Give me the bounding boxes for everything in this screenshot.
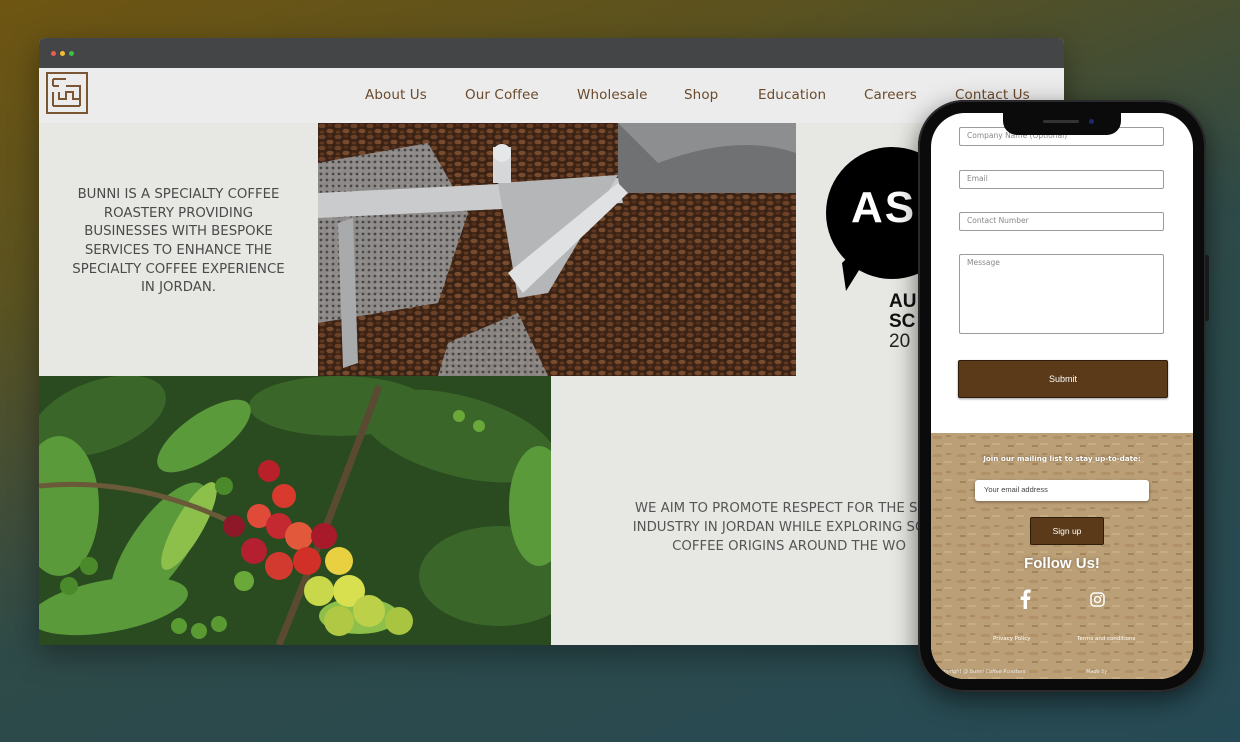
submit-button[interactable]: Submit: [958, 360, 1168, 398]
intro-text: BUNNI IS A SPECIALTY COFFEE ROASTERY PRO…: [72, 187, 285, 296]
coffee-cherries-image: [39, 376, 551, 645]
message-field[interactable]: Message: [959, 254, 1164, 334]
contact-number-field[interactable]: Contact Number: [959, 212, 1164, 231]
nav-wholesale[interactable]: Wholesale: [577, 87, 647, 103]
follow-us-heading: Follow Us!: [1024, 555, 1100, 572]
maximize-window-dot[interactable]: [69, 51, 74, 56]
facebook-icon[interactable]: [1018, 589, 1032, 609]
browser-titlebar: [39, 38, 1064, 68]
browser-window: About Us Our Coffee Wholesale Shop Educa…: [39, 38, 1064, 645]
terms-link[interactable]: Terms and conditions: [1077, 636, 1135, 642]
intro-panel: BUNNI IS A SPECIALTY COFFEE ROASTERY PRO…: [39, 123, 318, 376]
nav-about-us[interactable]: About Us: [365, 87, 427, 103]
phone-camera: [1089, 119, 1094, 124]
mobile-phone-mockup: Company Name (Optional) Email Contact Nu…: [918, 100, 1209, 692]
site-navigation: About Us Our Coffee Wholesale Shop Educa…: [39, 68, 1064, 123]
nav-careers[interactable]: Careers: [864, 87, 917, 103]
award-line-1: AU: [889, 291, 917, 312]
mobile-screen: Company Name (Optional) Email Contact Nu…: [931, 113, 1193, 679]
nav-shop[interactable]: Shop: [684, 87, 718, 103]
privacy-policy-link[interactable]: Privacy Policy: [993, 636, 1030, 642]
made-by-text: Made by: [1086, 669, 1108, 675]
instagram-icon[interactable]: [1090, 592, 1105, 607]
sign-up-button[interactable]: Sign up: [1030, 517, 1104, 545]
award-line-3: 20: [889, 331, 911, 352]
phone-speaker: [1043, 120, 1079, 123]
award-line-2: SC: [889, 311, 916, 332]
award-logo-text: AS: [851, 183, 917, 232]
phone-notch: [1003, 113, 1121, 135]
email-field[interactable]: Email: [959, 170, 1164, 189]
nav-our-coffee[interactable]: Our Coffee: [465, 87, 539, 103]
copyright-text: Copyright @ Bunni Coffee Roasters: [937, 669, 1026, 675]
mailing-list-label: Join our mailing list to stay up-to-date…: [983, 454, 1141, 463]
close-window-dot[interactable]: [51, 51, 56, 56]
nav-education[interactable]: Education: [758, 87, 826, 103]
bunni-logo-icon[interactable]: [46, 72, 88, 114]
coffee-roaster-image: [318, 123, 796, 376]
newsletter-email-input[interactable]: Your email address: [975, 480, 1149, 501]
phone-side-button: [1205, 255, 1209, 321]
minimize-window-dot[interactable]: [60, 51, 65, 56]
mobile-footer: Join our mailing list to stay up-to-date…: [931, 433, 1193, 679]
